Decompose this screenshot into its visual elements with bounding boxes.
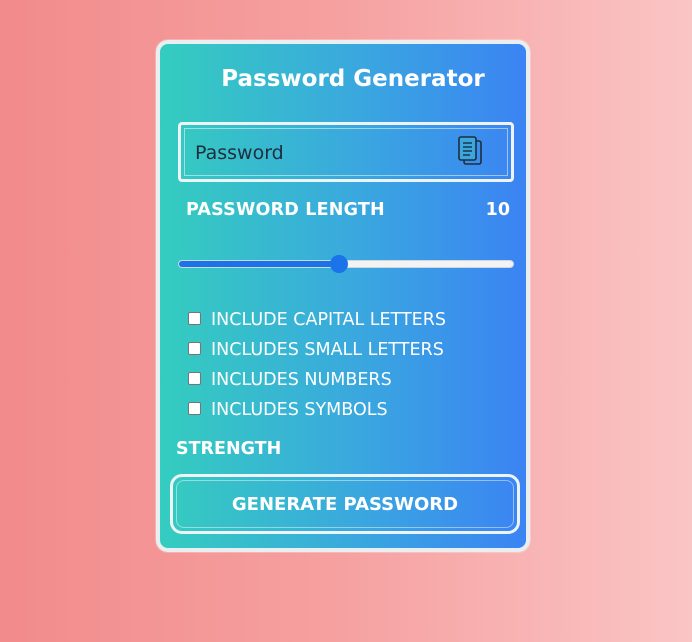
option-label: INCLUDES SYMBOLS: [211, 400, 388, 420]
password-length-label: PASSWORD LENGTH: [186, 200, 385, 220]
generate-password-label: GENERATE PASSWORD: [176, 480, 514, 528]
password-generator-card: Password Generator PASSWORD LENGTH 10 IN…: [156, 40, 530, 552]
password-length-value: 10: [485, 200, 510, 220]
checkbox-symbols[interactable]: [188, 401, 201, 415]
option-label: INCLUDE CAPITAL LETTERS: [211, 310, 446, 330]
option-label: INCLUDES NUMBERS: [211, 370, 392, 390]
password-output-input[interactable]: [195, 139, 445, 167]
generate-password-button[interactable]: GENERATE PASSWORD: [170, 474, 520, 534]
strength-label: STRENGTH: [176, 439, 282, 459]
checkbox-numbers[interactable]: [188, 371, 201, 385]
option-numbers[interactable]: INCLUDES NUMBERS: [188, 368, 392, 392]
option-small-letters[interactable]: INCLUDES SMALL LETTERS: [188, 338, 444, 362]
password-length-slider[interactable]: [178, 255, 514, 273]
checkbox-capital-letters[interactable]: [188, 311, 201, 325]
option-symbols[interactable]: INCLUDES SYMBOLS: [188, 398, 388, 422]
slider-fill: [179, 261, 339, 267]
slider-thumb[interactable]: [330, 255, 348, 273]
checkbox-small-letters[interactable]: [188, 341, 201, 355]
password-field-inner: [184, 128, 508, 176]
option-label: INCLUDES SMALL LETTERS: [211, 340, 444, 360]
password-field-container: [178, 122, 514, 182]
copy-icon[interactable]: [455, 135, 485, 169]
option-capital-letters[interactable]: INCLUDE CAPITAL LETTERS: [188, 308, 446, 332]
app-title: Password Generator: [221, 66, 485, 92]
